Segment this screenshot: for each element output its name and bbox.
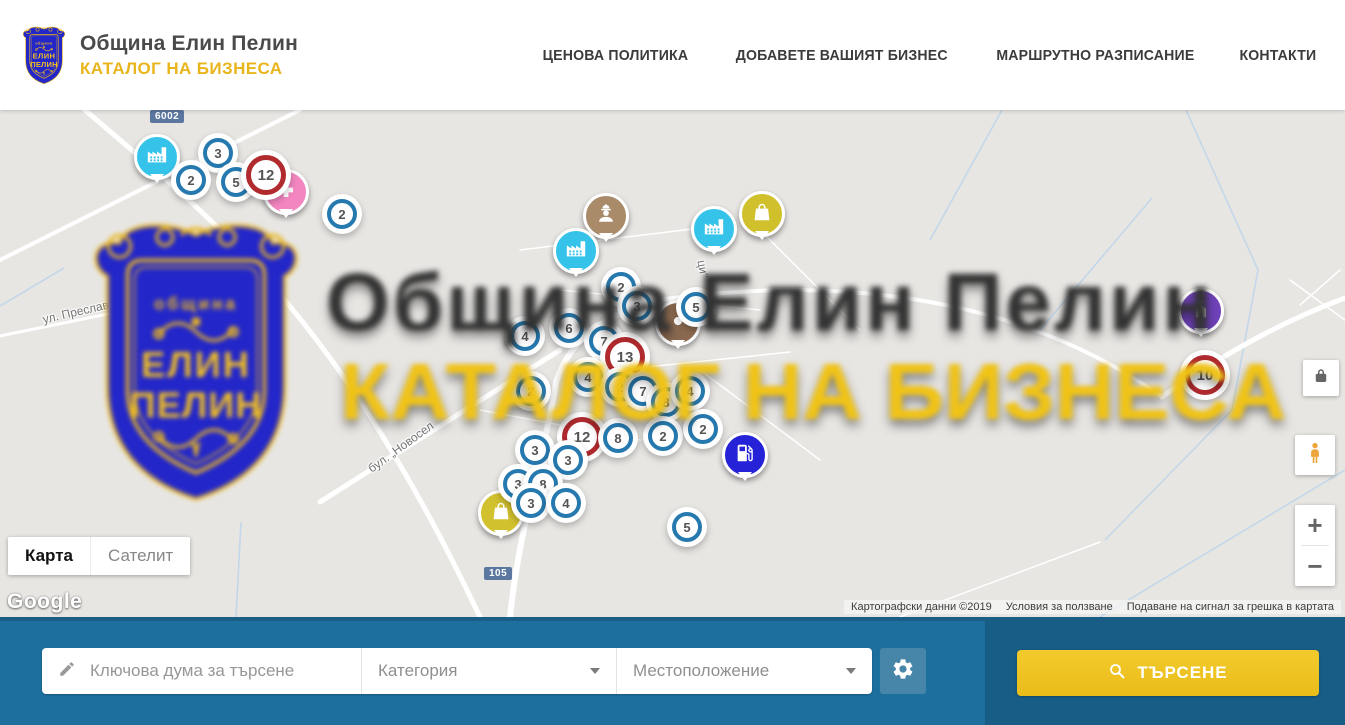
cluster-marker[interactable]: 2 — [516, 376, 546, 406]
google-logo[interactable]: Google — [7, 590, 82, 614]
road-sign-1: 105 — [484, 567, 512, 580]
municipality-crest-icon: община ЕЛИНПЕЛИН — [20, 24, 68, 86]
filter-bar: Категория Местоположение — [42, 648, 872, 694]
zoom-out-button[interactable]: − — [1295, 546, 1335, 586]
cluster-marker[interactable]: 3 — [203, 138, 233, 168]
factory-icon — [146, 144, 168, 171]
zoom-in-button[interactable]: + — [1295, 505, 1335, 545]
cluster-marker[interactable]: 10 — [1185, 355, 1225, 395]
pin-church[interactable] — [1178, 288, 1224, 334]
category-select[interactable]: Категория — [361, 648, 616, 694]
lock-button[interactable] — [1303, 360, 1339, 396]
report-error-link[interactable]: Подаване на сигнал за грешка в картата — [1120, 600, 1341, 614]
factory-icon — [703, 216, 725, 243]
cluster-marker[interactable]: 2 — [176, 165, 206, 195]
logo-title: Община Елин Пелин — [80, 31, 298, 57]
cluster-marker[interactable]: 4 — [510, 321, 540, 351]
bag-icon — [490, 500, 512, 527]
main-nav: ЦЕНОВА ПОЛИТИКА ДОБАВЕТЕ ВАШИЯТ БИЗНЕС МАР… — [538, 0, 1319, 110]
gear-icon — [891, 657, 915, 686]
cluster-marker[interactable]: 2 — [327, 199, 357, 229]
logo-subtitle: КАТАЛОГ НА БИЗНЕСА — [80, 58, 298, 79]
site-logo[interactable]: община ЕЛИНПЕЛИН Община Елин Пелин КАТАЛО… — [20, 24, 298, 86]
cluster-marker[interactable]: 3 — [553, 445, 583, 475]
nav-item-2[interactable]: МАРШРУТНО РАЗПИСАНИЕ — [997, 47, 1195, 64]
cluster-marker[interactable]: 12 — [246, 155, 286, 195]
cluster-marker[interactable]: 5 — [672, 512, 702, 542]
cluster-marker[interactable]: 5 — [681, 292, 711, 322]
map-type-map-button[interactable]: Карта — [8, 537, 90, 575]
pin-factory[interactable] — [553, 228, 599, 274]
pin-bag[interactable] — [739, 191, 785, 237]
cluster-marker[interactable]: 4 — [573, 362, 603, 392]
attribution-data: Картографски данни ©2019 — [844, 600, 999, 614]
church-icon — [1190, 298, 1212, 325]
header: община ЕЛИНПЕЛИН Община Елин Пелин КАТАЛО… — [0, 0, 1345, 110]
street-view-pegman[interactable] — [1295, 435, 1335, 475]
pencil-icon — [58, 660, 76, 683]
terms-link[interactable]: Условия за ползване — [999, 600, 1120, 614]
keyword-input[interactable] — [88, 660, 349, 682]
category-value: Категория — [378, 661, 457, 681]
chevron-down-icon — [846, 668, 856, 674]
cluster-marker[interactable]: 6 — [554, 313, 584, 343]
factory-icon — [565, 238, 587, 265]
search-icon — [1108, 662, 1126, 685]
location-select[interactable]: Местоположение — [616, 648, 872, 694]
cluster-marker[interactable]: 8 — [603, 423, 633, 453]
worker-icon — [595, 203, 617, 230]
keyword-field-wrap — [42, 648, 361, 694]
svg-text:ЕЛИН: ЕЛИН — [33, 52, 56, 61]
pin-factory[interactable] — [134, 134, 180, 180]
cluster-marker[interactable]: 13 — [605, 337, 645, 377]
map-type-control: Карта Сателит — [8, 537, 190, 575]
cluster-marker[interactable]: 3 — [520, 435, 550, 465]
fuel-icon — [734, 442, 756, 469]
search-panel: Категория Местоположение ТЪРСЕНЕ — [0, 617, 1345, 725]
cluster-marker[interactable]: 2 — [648, 421, 678, 451]
advanced-options-button[interactable] — [880, 648, 926, 694]
pegman-icon — [1303, 441, 1327, 470]
lock-icon — [1312, 367, 1330, 390]
cluster-marker[interactable]: 4 — [675, 376, 705, 406]
search-button-label: ТЪРСЕНЕ — [1137, 663, 1227, 683]
search-button[interactable]: ТЪРСЕНЕ — [1017, 650, 1319, 696]
nav-item-1[interactable]: ДОБАВЕТЕ ВАШИЯТ БИЗНЕС — [736, 47, 948, 64]
map-type-satellite-button[interactable]: Сателит — [90, 537, 190, 575]
nav-item-0[interactable]: ЦЕНОВА ПОЛИТИКА — [543, 47, 689, 64]
cluster-marker[interactable]: 3 — [622, 291, 652, 321]
pin-factory[interactable] — [691, 206, 737, 252]
pin-fuel[interactable] — [722, 432, 768, 478]
zoom-control: + − — [1295, 505, 1335, 586]
map-attribution: Картографски данни ©2019 Условия за полз… — [844, 600, 1341, 614]
chevron-down-icon — [590, 668, 600, 674]
svg-text:ПЕЛИН: ПЕЛИН — [30, 60, 58, 69]
page: община ЕЛИНПЕЛИН Община Елин Пелин КАТАЛО… — [0, 0, 1345, 725]
cluster-marker[interactable]: 2 — [688, 414, 718, 444]
cluster-marker[interactable]: 3 — [516, 488, 546, 518]
nav-item-3[interactable]: КОНТАКТИ — [1240, 47, 1317, 64]
road-sign-0: 6002 — [150, 110, 184, 123]
map-canvas[interactable]: общинаЕЛИНПЕЛИН Община Елин Пелин КАТАЛО… — [0, 110, 1345, 617]
bag-icon — [751, 201, 773, 228]
svg-text:община: община — [35, 42, 52, 46]
cluster-marker[interactable]: 4 — [551, 488, 581, 518]
location-value: Местоположение — [633, 661, 769, 681]
